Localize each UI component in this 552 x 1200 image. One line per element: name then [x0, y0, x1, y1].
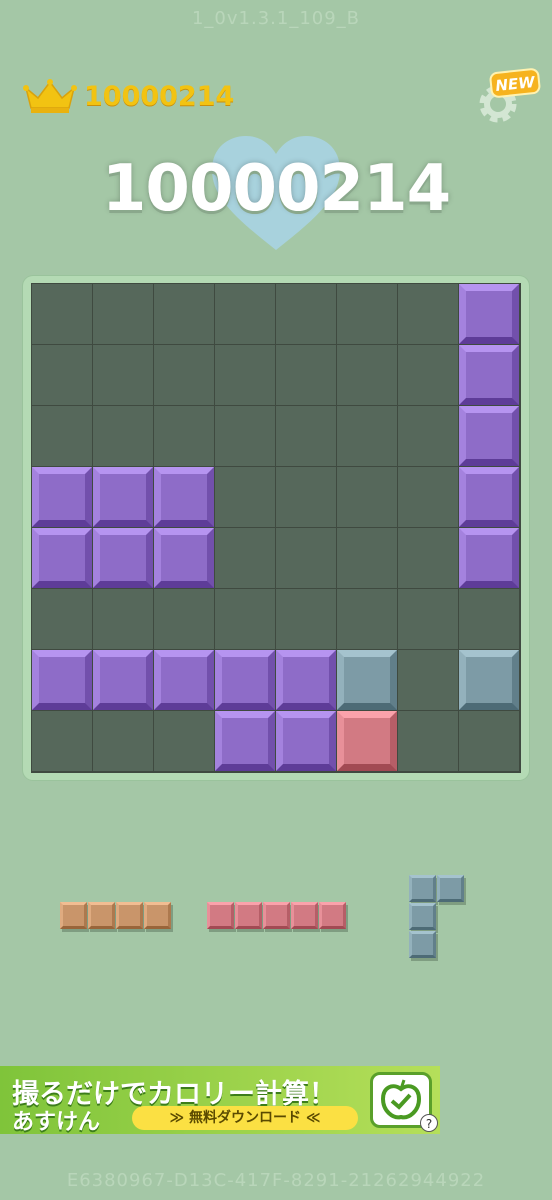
new-badge: NEW: [488, 67, 542, 99]
board-cell[interactable]: [93, 345, 153, 405]
board-cell[interactable]: [215, 406, 275, 466]
piece-block: [409, 903, 436, 930]
board-block-slate: [459, 650, 519, 710]
board-cell[interactable]: [215, 467, 275, 527]
board-block-pink: [337, 711, 397, 771]
board-block-purple: [459, 528, 519, 588]
board-cell[interactable]: [32, 406, 92, 466]
board-cell[interactable]: [32, 589, 92, 649]
ad-banner[interactable]: 撮るだけでカロリー計算！ あすけん ≫ 無料ダウンロード ≪: [0, 1066, 440, 1135]
piece-block: [263, 902, 290, 929]
board-cell[interactable]: [32, 711, 92, 771]
piece-block: [291, 902, 318, 929]
board-cell[interactable]: [459, 711, 519, 771]
board-cell[interactable]: [337, 528, 397, 588]
board-cell[interactable]: [459, 589, 519, 649]
board-cell[interactable]: [337, 467, 397, 527]
piece-block: [409, 931, 436, 958]
board-cell[interactable]: [398, 406, 458, 466]
board-block-purple: [215, 711, 275, 771]
board-cell[interactable]: [337, 406, 397, 466]
board-cell[interactable]: [93, 589, 153, 649]
piece-block: [144, 902, 171, 929]
board-block-purple: [459, 406, 519, 466]
board-cell[interactable]: [154, 711, 214, 771]
board-cell[interactable]: [398, 650, 458, 710]
board-block-slate: [337, 650, 397, 710]
board-cell[interactable]: [276, 589, 336, 649]
board-cell[interactable]: [276, 345, 336, 405]
piece-block: [88, 902, 115, 929]
board-cell[interactable]: [276, 406, 336, 466]
board-block-purple: [276, 650, 336, 710]
device-id: E6380967-D13C-417F-8291-21262944922: [66, 1170, 486, 1191]
board-block-purple: [459, 467, 519, 527]
piece-block: [437, 875, 464, 902]
board-cell[interactable]: [215, 345, 275, 405]
board-block-purple: [93, 528, 153, 588]
board-block-purple: [93, 650, 153, 710]
piece-block: [60, 902, 87, 929]
board-cell[interactable]: [215, 589, 275, 649]
piece-block: [116, 902, 143, 929]
version-label: 1_0v1.3.1_109_B: [191, 8, 361, 29]
board-cell[interactable]: [93, 406, 153, 466]
board-cell[interactable]: [337, 284, 397, 344]
ad-download-button[interactable]: ≫ 無料ダウンロード ≪: [132, 1106, 358, 1130]
board-block-purple: [276, 711, 336, 771]
board-cell[interactable]: [93, 284, 153, 344]
game-board[interactable]: [31, 283, 521, 773]
board-block-purple: [459, 284, 519, 344]
best-score: 10000214: [22, 78, 234, 114]
board-cell[interactable]: [215, 284, 275, 344]
board-cell[interactable]: [215, 528, 275, 588]
board-cell[interactable]: [154, 345, 214, 405]
board-cell[interactable]: [398, 711, 458, 771]
board-block-purple: [93, 467, 153, 527]
board-block-purple: [215, 650, 275, 710]
board-block-purple: [32, 650, 92, 710]
board-cell[interactable]: [398, 528, 458, 588]
piece-block: [207, 902, 234, 929]
board-cell[interactable]: [337, 345, 397, 405]
ad-info-icon[interactable]: ?: [420, 1114, 438, 1132]
board-cell[interactable]: [398, 589, 458, 649]
board-cell[interactable]: [276, 467, 336, 527]
board-cell[interactable]: [154, 406, 214, 466]
board-block-purple: [32, 528, 92, 588]
board-block-purple: [154, 650, 214, 710]
board-block-purple: [32, 467, 92, 527]
board-block-purple: [154, 467, 214, 527]
piece-block: [409, 875, 436, 902]
board-cell[interactable]: [398, 284, 458, 344]
piece-block: [235, 902, 262, 929]
board-cell[interactable]: [32, 284, 92, 344]
current-score: 10000214: [101, 152, 451, 226]
board-block-purple: [154, 528, 214, 588]
ad-app-name: あすけん: [12, 1110, 101, 1135]
board-cell[interactable]: [154, 589, 214, 649]
board-cell[interactable]: [276, 284, 336, 344]
board-cell[interactable]: [154, 284, 214, 344]
board-cell[interactable]: [398, 467, 458, 527]
board-cell[interactable]: [93, 711, 153, 771]
best-score-value: 10000214: [84, 80, 235, 112]
crown-icon: [23, 79, 77, 113]
board-block-purple: [459, 345, 519, 405]
board-cell[interactable]: [337, 589, 397, 649]
board-cell[interactable]: [276, 528, 336, 588]
piece-block: [319, 902, 346, 929]
board-cell[interactable]: [398, 345, 458, 405]
board-cell[interactable]: [32, 345, 92, 405]
